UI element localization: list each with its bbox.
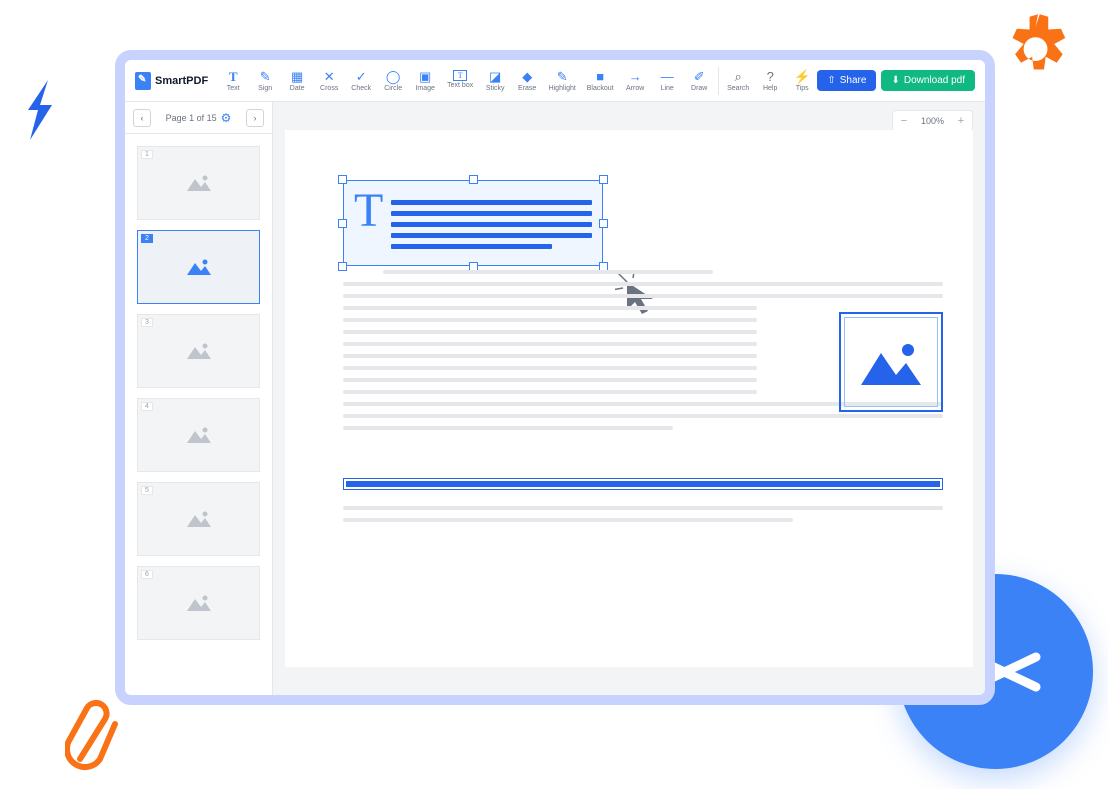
tool-image[interactable]: ▣Image [410, 68, 440, 94]
image-element[interactable] [839, 312, 943, 412]
textbox-icon: T [453, 70, 467, 81]
tool-blackout[interactable]: ■Blackout [582, 68, 618, 94]
page-navigator: ‹ Page 1 of 15 ⚙ › [125, 102, 272, 134]
thumb-placeholder-icon [185, 509, 213, 529]
resize-handle-tr[interactable] [599, 175, 608, 184]
image-icon: ▣ [418, 70, 432, 84]
resize-handle-tl[interactable] [338, 175, 347, 184]
tool-sticky[interactable]: ◪Sticky [480, 68, 510, 94]
tool-draw[interactable]: ✐Draw [684, 68, 714, 94]
thumbnail-4[interactable]: 4 [137, 398, 260, 472]
thumbnail-5[interactable]: 5 [137, 482, 260, 556]
tool-line[interactable]: —Line [652, 68, 682, 94]
line-icon: — [660, 70, 674, 84]
thumbnail-sidebar: ‹ Page 1 of 15 ⚙ › 1 2 3 [125, 102, 273, 695]
next-page-button[interactable]: › [246, 109, 264, 127]
draw-icon: ✐ [692, 70, 706, 84]
thumb-placeholder-icon [185, 593, 213, 613]
document-page[interactable]: T [285, 130, 973, 667]
document-text-footer [343, 506, 943, 522]
toolbar-divider [718, 67, 719, 95]
thumb-placeholder-icon [185, 425, 213, 445]
tool-help[interactable]: ?Help [755, 68, 785, 94]
edit-tools: TText ✎Sign ▦Date ✕Cross ✓Check ◯Circle … [218, 68, 714, 94]
tool-erase[interactable]: ◆Erase [512, 68, 542, 94]
zoom-control: − 100% + [892, 110, 973, 132]
tool-textbox[interactable]: TText box [442, 68, 478, 94]
cross-icon: ✕ [322, 70, 336, 84]
decor-clip-icon [65, 689, 120, 779]
date-icon: ▦ [290, 70, 304, 84]
help-tools: ⌕Search ?Help ⚡Tips [723, 68, 817, 94]
zoom-in-button[interactable]: + [950, 115, 972, 127]
decor-bolt-icon [20, 80, 60, 140]
thumbnail-3[interactable]: 3 [137, 314, 260, 388]
image-placeholder-icon [856, 335, 926, 390]
tool-arrow[interactable]: →Arrow [620, 68, 650, 94]
settings-icon[interactable]: ⚙ [221, 111, 232, 125]
tool-check[interactable]: ✓Check [346, 68, 376, 94]
page-indicator: Page 1 of 15 ⚙ [166, 111, 232, 125]
tool-circle[interactable]: ◯Circle [378, 68, 408, 94]
divider-element[interactable] [343, 478, 943, 490]
tool-search[interactable]: ⌕Search [723, 68, 753, 94]
canvas: − 100% + T [273, 102, 985, 695]
help-icon: ? [763, 70, 777, 84]
tool-text[interactable]: TText [218, 68, 248, 94]
tool-tips[interactable]: ⚡Tips [787, 68, 817, 94]
decor-gear-icon [993, 10, 1078, 95]
thumbnail-2[interactable]: 2 [137, 230, 260, 304]
tips-icon: ⚡ [795, 70, 809, 84]
app-window: SmartPDF TText ✎Sign ▦Date ✕Cross ✓Check… [115, 50, 995, 705]
toolbar: SmartPDF TText ✎Sign ▦Date ✕Cross ✓Check… [125, 60, 985, 102]
tool-sign[interactable]: ✎Sign [250, 68, 280, 94]
thumbnail-1[interactable]: 1 [137, 146, 260, 220]
logo-icon [135, 72, 151, 90]
sign-icon: ✎ [258, 70, 272, 84]
thumb-placeholder-icon [185, 257, 213, 277]
highlight-icon: ✎ [555, 70, 569, 84]
app-logo: SmartPDF [135, 72, 208, 90]
download-button[interactable]: ⬇ Download pdf [881, 70, 975, 91]
erase-icon: ◆ [520, 70, 534, 84]
zoom-out-button[interactable]: − [893, 115, 915, 127]
share-icon: ⇧ [827, 75, 835, 86]
download-icon: ⬇ [891, 75, 899, 86]
check-icon: ✓ [354, 70, 368, 84]
thumb-placeholder-icon [185, 341, 213, 361]
logo-text: SmartPDF [155, 75, 208, 87]
arrow-icon: → [628, 70, 642, 84]
thumbnail-list: 1 2 3 4 5 [125, 134, 272, 695]
dropcap-icon: T [354, 189, 383, 257]
resize-handle-tm[interactable] [469, 175, 478, 184]
circle-icon: ◯ [386, 70, 400, 84]
search-icon: ⌕ [731, 70, 745, 84]
selected-text-element[interactable]: T [343, 180, 603, 266]
thumbnail-6[interactable]: 6 [137, 566, 260, 640]
zoom-value: 100% [915, 116, 950, 126]
text-icon: T [226, 70, 240, 84]
share-button[interactable]: ⇧ Share [817, 70, 876, 91]
resize-handle-mr[interactable] [599, 219, 608, 228]
prev-page-button[interactable]: ‹ [133, 109, 151, 127]
tool-highlight[interactable]: ✎Highlight [544, 68, 580, 94]
blackout-icon: ■ [593, 70, 607, 84]
tool-cross[interactable]: ✕Cross [314, 68, 344, 94]
resize-handle-ml[interactable] [338, 219, 347, 228]
thumb-placeholder-icon [185, 173, 213, 193]
tool-date[interactable]: ▦Date [282, 68, 312, 94]
text-lines [391, 189, 592, 257]
sticky-icon: ◪ [488, 70, 502, 84]
